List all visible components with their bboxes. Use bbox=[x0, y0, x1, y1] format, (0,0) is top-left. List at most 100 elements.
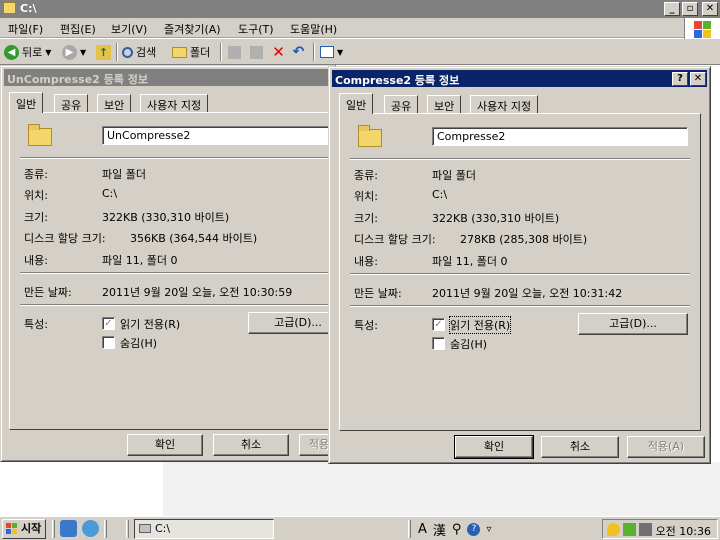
language-bar: A 漢 ⚲ ? ▿ bbox=[418, 519, 491, 539]
readonly-checkbox[interactable]: ✓ bbox=[432, 318, 445, 331]
size-on-disk-value: 356KB (364,544 바이트) bbox=[130, 232, 258, 245]
tab-customize[interactable]: 사용자 지정 bbox=[140, 94, 209, 112]
copy-to-icon bbox=[250, 45, 263, 59]
tab-sharing[interactable]: 공유 bbox=[384, 95, 419, 113]
created-label: 만든 날짜: bbox=[24, 286, 72, 299]
menu-edit[interactable]: 편집(E) bbox=[60, 21, 96, 37]
taskbar-item-c-drive[interactable]: C:\ bbox=[134, 519, 274, 539]
advanced-button[interactable]: 고급(D)... bbox=[578, 313, 688, 335]
folder-pane[interactable] bbox=[0, 462, 163, 516]
back-label: 뒤로 bbox=[22, 46, 43, 59]
contains-value: 파일 11, 폴더 0 bbox=[432, 255, 508, 268]
compresse2-properties-dialog: Compresse2 등록 정보 ? ✕ 일반 공유 보안 사용자 지정 Com… bbox=[328, 66, 711, 464]
apply-button[interactable]: 적용(A) bbox=[627, 436, 705, 458]
size-value: 322KB (330,310 바이트) bbox=[432, 212, 560, 225]
dialog-title-bar[interactable]: Compresse2 등록 정보 ? ✕ bbox=[332, 70, 707, 87]
search-button[interactable]: 검색 bbox=[122, 43, 156, 61]
back-arrow-icon: ◀ bbox=[4, 44, 19, 60]
chevron-down-icon: ▼ bbox=[45, 47, 52, 57]
location-value: C:\ bbox=[102, 187, 118, 200]
type-label: 종류: bbox=[354, 169, 378, 182]
copy-to-button[interactable] bbox=[250, 43, 263, 61]
taskbar-grip bbox=[52, 520, 55, 538]
tab-general[interactable]: 일반 bbox=[9, 92, 44, 113]
search-icon bbox=[122, 46, 133, 58]
menu-file[interactable]: 파일(F) bbox=[8, 21, 43, 37]
language-a-indicator[interactable]: A bbox=[418, 522, 427, 537]
menu-help[interactable]: 도움말(H) bbox=[290, 21, 337, 37]
cancel-button[interactable]: 취소 bbox=[213, 434, 289, 456]
help-icon[interactable]: ? bbox=[467, 522, 481, 536]
hidden-label: 숨김(H) bbox=[450, 338, 488, 351]
toolbar-separator bbox=[220, 43, 222, 61]
network-icon[interactable] bbox=[623, 523, 636, 536]
size-on-disk-label: 디스크 할당 크기: bbox=[354, 233, 436, 246]
type-value: 파일 폴더 bbox=[102, 168, 146, 181]
contains-label: 내용: bbox=[354, 255, 378, 268]
ime-pad-icon[interactable]: ⚲ bbox=[452, 522, 462, 537]
size-label: 크기: bbox=[354, 212, 378, 225]
delete-icon: ✕ bbox=[272, 42, 285, 61]
tray-app-icon[interactable] bbox=[639, 523, 652, 536]
ok-button[interactable]: 확인 bbox=[127, 434, 203, 456]
tab-security[interactable]: 보안 bbox=[427, 95, 462, 113]
help-button[interactable]: ? bbox=[672, 72, 688, 86]
divider bbox=[20, 157, 340, 159]
menu-favorites[interactable]: 즐겨찾기(A) bbox=[164, 21, 221, 37]
readonly-label: 읽기 전용(R) bbox=[448, 316, 512, 334]
show-desktop-icon[interactable] bbox=[60, 520, 77, 537]
up-button[interactable]: ↑ bbox=[96, 43, 111, 61]
undo-icon: ↶ bbox=[292, 43, 305, 60]
size-value: 322KB (330,310 바이트) bbox=[102, 211, 230, 224]
clock[interactable]: 오전 10:36 bbox=[656, 523, 711, 539]
contains-label: 내용: bbox=[24, 254, 48, 267]
menu-view[interactable]: 보기(V) bbox=[111, 21, 147, 37]
menu-tools[interactable]: 도구(T) bbox=[238, 21, 274, 37]
ok-button[interactable]: 확인 bbox=[454, 435, 534, 459]
folder-icon bbox=[28, 124, 52, 146]
explorer-title-bar[interactable]: C:\ _ ▫ ✕ bbox=[0, 0, 720, 18]
undo-button[interactable]: ↶ bbox=[291, 43, 306, 61]
language-options-icon[interactable]: ▿ bbox=[486, 524, 491, 535]
hanja-indicator[interactable]: 漢 bbox=[433, 520, 446, 539]
hidden-checkbox[interactable] bbox=[432, 337, 445, 350]
taskbar-grip bbox=[408, 520, 411, 538]
toolbar: ◀ 뒤로 ▼ ▶ ▼ ↑ 검색 폴더 ✕ ↶ ▼ bbox=[0, 39, 720, 65]
hidden-checkbox[interactable] bbox=[102, 336, 115, 349]
readonly-checkbox[interactable]: ✓ bbox=[102, 317, 115, 330]
start-button[interactable]: 시작 bbox=[2, 519, 46, 539]
windows-flag-icon bbox=[6, 523, 18, 535]
tab-customize[interactable]: 사용자 지정 bbox=[470, 95, 539, 113]
divider bbox=[20, 272, 340, 274]
folder-icon bbox=[172, 46, 187, 58]
file-list-pane[interactable] bbox=[163, 462, 720, 516]
taskbar-item-label: C:\ bbox=[155, 522, 171, 535]
tab-sharing[interactable]: 공유 bbox=[54, 94, 89, 112]
folders-button[interactable]: 폴더 bbox=[172, 43, 210, 61]
forward-button[interactable]: ▶ ▼ bbox=[62, 43, 86, 61]
folder-name-input[interactable]: UnCompresse2 bbox=[102, 126, 342, 145]
delete-button[interactable]: ✕ bbox=[271, 43, 286, 61]
explorer-title: C:\ bbox=[20, 2, 37, 15]
internet-explorer-icon[interactable] bbox=[82, 520, 99, 537]
close-button[interactable]: ✕ bbox=[690, 72, 706, 86]
created-label: 만든 날짜: bbox=[354, 287, 402, 300]
folder-name-input[interactable]: Compresse2 bbox=[432, 127, 688, 146]
dialog-title-bar[interactable]: UnCompresse2 등록 정보 bbox=[4, 69, 332, 86]
tab-security[interactable]: 보안 bbox=[97, 94, 132, 112]
security-shield-icon[interactable] bbox=[607, 523, 620, 536]
dialog-title: Compresse2 등록 정보 bbox=[335, 74, 460, 87]
move-to-button[interactable] bbox=[228, 43, 241, 61]
chevron-down-icon: ▼ bbox=[80, 47, 87, 57]
minimize-button[interactable]: _ bbox=[664, 2, 680, 16]
windows-logo bbox=[684, 18, 720, 40]
back-button[interactable]: ◀ 뒤로 ▼ bbox=[4, 43, 51, 61]
close-button[interactable]: ✕ bbox=[702, 2, 718, 16]
cancel-button[interactable]: 취소 bbox=[541, 436, 619, 458]
toolbar-separator bbox=[116, 43, 118, 61]
restore-button[interactable]: ▫ bbox=[682, 2, 698, 16]
tab-general[interactable]: 일반 bbox=[339, 93, 374, 114]
divider bbox=[350, 305, 690, 307]
views-button[interactable]: ▼ bbox=[320, 43, 343, 61]
folder-icon bbox=[3, 2, 16, 14]
